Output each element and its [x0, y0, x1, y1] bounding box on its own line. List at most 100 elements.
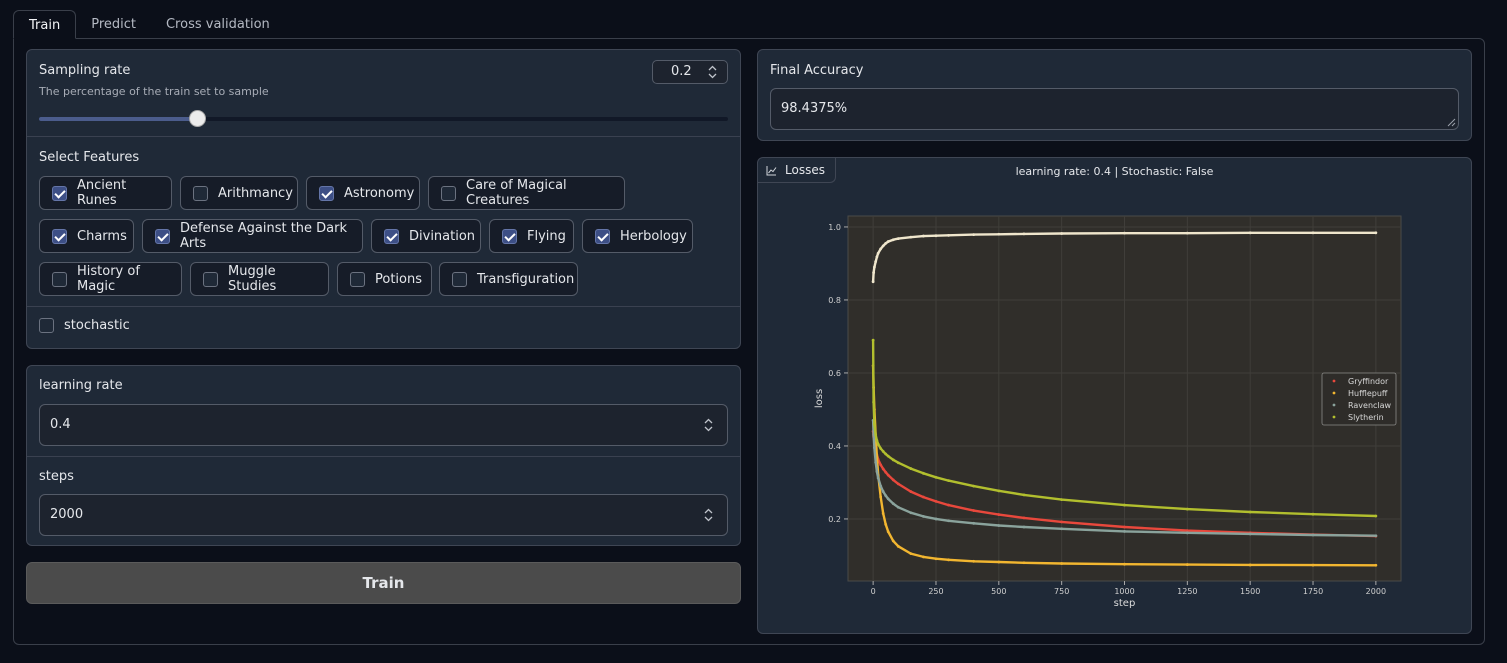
data-point-ravenclaw	[1123, 529, 1126, 533]
learning-rate-input[interactable]: 0.4	[39, 404, 728, 446]
data-point-ravenclaw	[1022, 525, 1026, 529]
feature-checkbox-charms[interactable]: Charms	[39, 219, 134, 253]
data-point-accuracy	[872, 265, 876, 269]
tab-train[interactable]: Train	[13, 10, 77, 39]
tab-predict[interactable]: Predict	[76, 10, 151, 39]
resize-grip-icon[interactable]	[1446, 117, 1456, 127]
data-point-slytherin	[947, 479, 950, 483]
data-point-ravenclaw	[1060, 527, 1064, 531]
data-point-accuracy	[997, 232, 1001, 236]
feature-checkbox-herbology[interactable]: Herbology	[582, 219, 693, 253]
final-accuracy-output[interactable]: 98.4375%	[770, 88, 1459, 130]
tab-cross-validation[interactable]: Cross validation	[151, 10, 285, 39]
data-point-hufflepuff	[1123, 562, 1126, 566]
data-point-gryffindor	[947, 503, 950, 507]
final-accuracy-block: Final Accuracy 98.4375%	[757, 49, 1472, 141]
data-point-accuracy	[1311, 231, 1315, 235]
feature-checkbox-transfiguration[interactable]: Transfiguration	[439, 262, 578, 296]
data-point-ravenclaw	[972, 521, 976, 525]
data-point-accuracy	[1374, 231, 1378, 235]
feature-checkbox-care-of-magical-creatures[interactable]: Care of Magical Creatures	[428, 176, 625, 210]
feature-label: Care of Magical Creatures	[466, 178, 567, 208]
data-point-accuracy	[909, 235, 913, 239]
data-point-hufflepuff	[1022, 561, 1026, 565]
data-point-accuracy	[884, 241, 888, 245]
data-point-ravenclaw	[922, 514, 925, 518]
feature-checkbox-astronomy[interactable]: Astronomy	[306, 176, 420, 210]
sampling-rate-slider[interactable]	[39, 110, 728, 127]
data-point-accuracy	[875, 255, 879, 259]
data-point-ravenclaw	[947, 519, 950, 523]
data-point-hufflepuff	[997, 560, 1001, 564]
legend-label: Ravenclaw	[1348, 401, 1392, 410]
steps-input[interactable]: 2000	[39, 494, 728, 536]
stochastic-checkbox[interactable]: stochastic	[39, 318, 130, 333]
spinner-arrows-icon[interactable]	[708, 65, 717, 79]
feature-checkbox-potions[interactable]: Potions	[337, 262, 432, 296]
data-point-hufflepuff	[909, 552, 913, 556]
x-tick-label: 1250	[1177, 587, 1197, 596]
data-point-accuracy	[879, 247, 883, 251]
y-tick-label: 0.6	[828, 369, 841, 378]
data-point-accuracy	[1123, 231, 1126, 235]
data-point-hufflepuff	[947, 558, 950, 562]
data-point-ravenclaw	[909, 511, 913, 515]
x-axis-label: step	[1114, 598, 1136, 609]
steps-value: 2000	[50, 507, 84, 522]
x-tick-label: 0	[871, 587, 876, 596]
data-point-accuracy	[922, 234, 925, 238]
data-point-hufflepuff	[886, 530, 890, 534]
spinner-arrows-icon[interactable]	[704, 418, 713, 432]
feature-label: Divination	[409, 228, 476, 244]
y-tick-label: 0.8	[828, 296, 841, 305]
feature-checkbox-history-of-magic[interactable]: History of Magic	[39, 262, 182, 296]
data-point-slytherin	[1248, 510, 1252, 514]
checkbox-box	[39, 318, 54, 333]
data-point-accuracy	[876, 251, 880, 255]
data-point-accuracy	[947, 233, 950, 237]
select-features-label: Select Features	[39, 150, 140, 165]
learning-rate-value: 0.4	[50, 417, 71, 432]
x-tick-label: 2000	[1366, 587, 1386, 596]
data-point-accuracy	[934, 234, 938, 238]
feature-label: Herbology	[620, 228, 687, 244]
steps-label: steps	[39, 469, 74, 484]
checkbox-box	[52, 185, 67, 201]
slider-thumb[interactable]	[188, 110, 206, 127]
tab-bar: Train Predict Cross validation	[13, 10, 285, 39]
data-point-ravenclaw	[934, 517, 938, 521]
data-point-gryffindor	[909, 490, 913, 493]
data-point-slytherin	[879, 447, 883, 450]
feature-checkbox-defense-against-the-dark-arts[interactable]: Defense Against the Dark Arts	[142, 219, 363, 253]
sampling-rate-number-input[interactable]: 0.2	[652, 60, 728, 84]
y-tick-label: 0.4	[828, 442, 841, 451]
feature-label: Ancient Runes	[77, 178, 127, 208]
data-point-accuracy	[874, 260, 878, 264]
feature-checkbox-arithmancy[interactable]: Arithmancy	[180, 176, 298, 210]
data-point-slytherin	[884, 452, 888, 456]
checkbox-box	[452, 271, 467, 287]
data-point-gryffindor	[934, 500, 938, 503]
feature-checkbox-flying[interactable]: Flying	[489, 219, 574, 253]
y-tick-label: 0.2	[828, 515, 841, 524]
x-tick-label: 750	[1054, 587, 1069, 596]
learning-rate-label: learning rate	[39, 378, 123, 393]
data-point-gryffindor	[972, 509, 976, 512]
spinner-arrows-icon[interactable]	[704, 508, 713, 522]
feature-label: Defense Against the Dark Arts	[180, 221, 348, 251]
data-point-accuracy	[1248, 231, 1252, 235]
feature-label: Flying	[527, 228, 566, 244]
data-point-accuracy	[872, 271, 876, 274]
checkbox-box	[52, 228, 67, 244]
feature-checkbox-ancient-runes[interactable]: Ancient Runes	[39, 176, 172, 210]
data-point-ravenclaw	[881, 490, 885, 493]
train-button[interactable]: Train	[26, 562, 741, 604]
losses-plot-block: Losses learning rate: 0.4 | Stochastic: …	[757, 157, 1472, 634]
feature-checkbox-muggle-studies[interactable]: Muggle Studies	[190, 262, 329, 296]
checkbox-box	[319, 185, 334, 201]
legend-label: Hufflepuff	[1348, 389, 1388, 398]
hyperparams-block: learning rate 0.4 steps 2000	[26, 365, 741, 546]
data-point-hufflepuff	[879, 495, 883, 499]
data-point-ravenclaw	[1185, 531, 1189, 535]
feature-checkbox-divination[interactable]: Divination	[371, 219, 481, 253]
